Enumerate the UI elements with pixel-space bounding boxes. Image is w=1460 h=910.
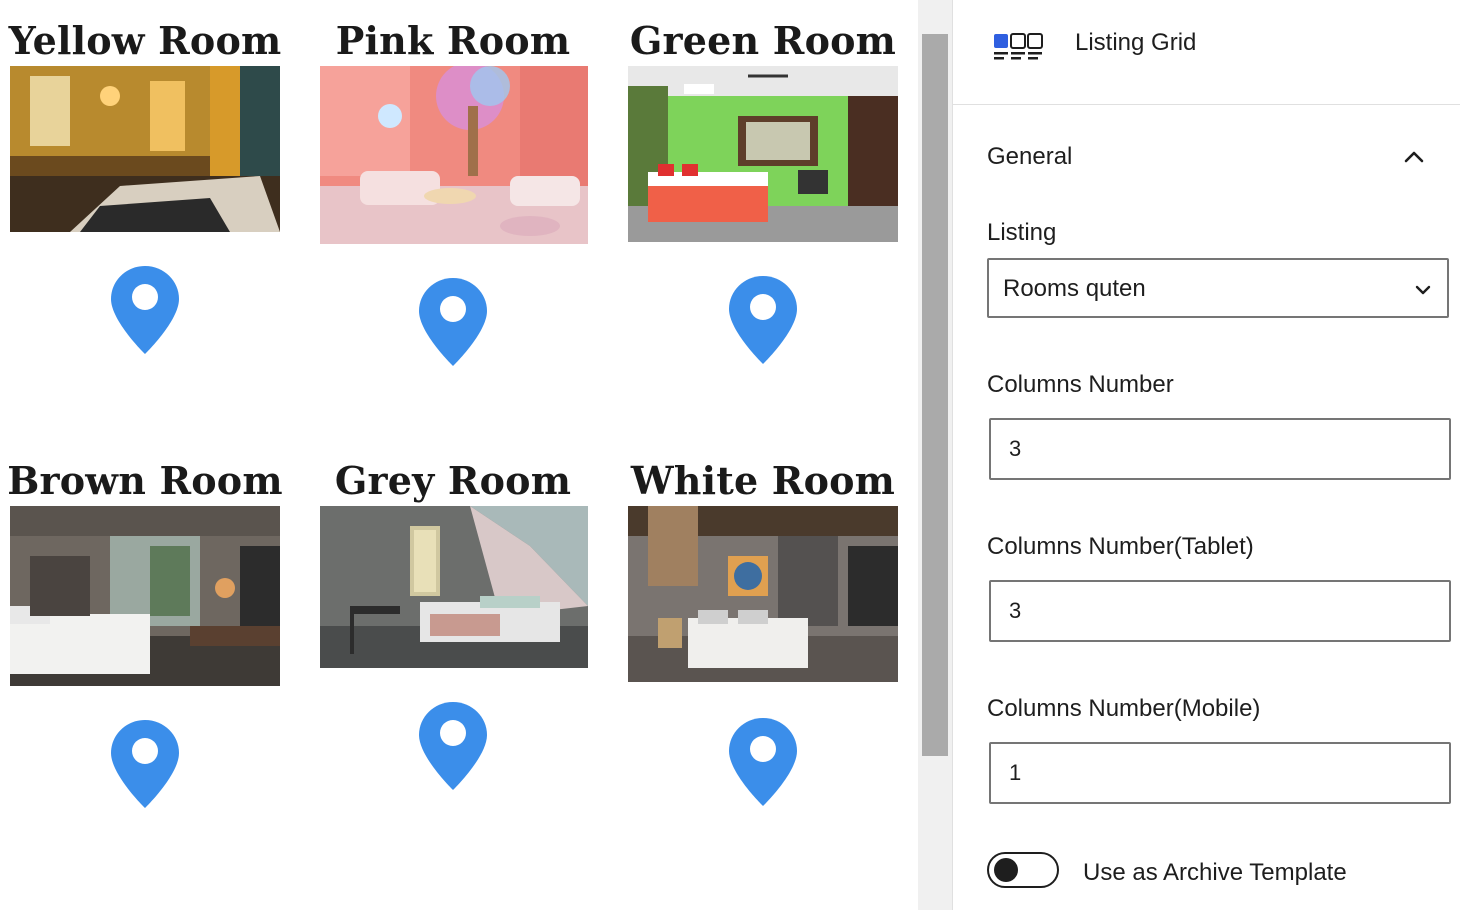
listing-card-white-room[interactable]: White Room [618,458,908,878]
listing-grid-icon [993,32,1045,62]
room-image [320,506,588,668]
archive-template-label: Use as Archive Template [1083,859,1347,886]
columns-number-mobile-input[interactable] [989,742,1451,804]
listing-label: Listing [987,219,1057,246]
chevron-down-icon [1411,278,1435,302]
chevron-up-icon [1401,144,1427,170]
location-pin-icon [727,716,799,808]
block-settings-sidebar: Listing Grid General Listing Rooms quten… [952,0,1460,910]
columns-number-input[interactable] [989,418,1451,480]
card-title: Brown Room [7,458,283,503]
listing-card-green-room[interactable]: Green Room [618,18,908,438]
columns-number-mobile-label: Columns Number(Mobile) [987,695,1261,722]
listing-card-grey-room[interactable]: Grey Room [308,458,598,878]
room-image [628,66,898,242]
listing-select[interactable]: Rooms quten [987,258,1449,318]
location-pin-icon [417,276,489,368]
room-image [628,506,898,682]
block-title: Listing Grid [1075,29,1197,56]
listing-card-pink-room[interactable]: Pink Room [308,18,598,438]
archive-template-toggle[interactable] [987,852,1059,888]
panel-title: General [987,143,1073,170]
general-panel-toggle[interactable]: General [987,140,1427,176]
columns-number-tablet-label: Columns Number(Tablet) [987,533,1254,560]
listing-select-value: Rooms quten [1003,275,1146,302]
location-pin-icon [109,718,181,810]
location-pin-icon [417,700,489,792]
card-title: Grey Room [334,458,572,503]
room-image [10,66,280,232]
columns-number-label: Columns Number [987,371,1174,398]
location-pin-icon [727,274,799,366]
room-image [10,506,280,686]
location-pin-icon [109,264,181,356]
room-image [320,66,588,244]
canvas-scrollbar-thumb[interactable] [922,34,948,756]
toggle-knob [994,858,1018,882]
listing-card-brown-room[interactable]: Brown Room [0,458,290,878]
listing-card-yellow-room[interactable]: Yellow Room [0,18,290,438]
block-card-header: Listing Grid [953,0,1460,105]
card-title: White Room [630,458,896,503]
card-title: Pink Room [335,18,571,63]
columns-number-tablet-input[interactable] [989,580,1451,642]
listing-grid-canvas: Yellow Room Pink Room Green Room Brown R… [0,0,918,910]
card-title: Green Room [629,18,897,63]
card-title: Yellow Room [8,18,282,63]
